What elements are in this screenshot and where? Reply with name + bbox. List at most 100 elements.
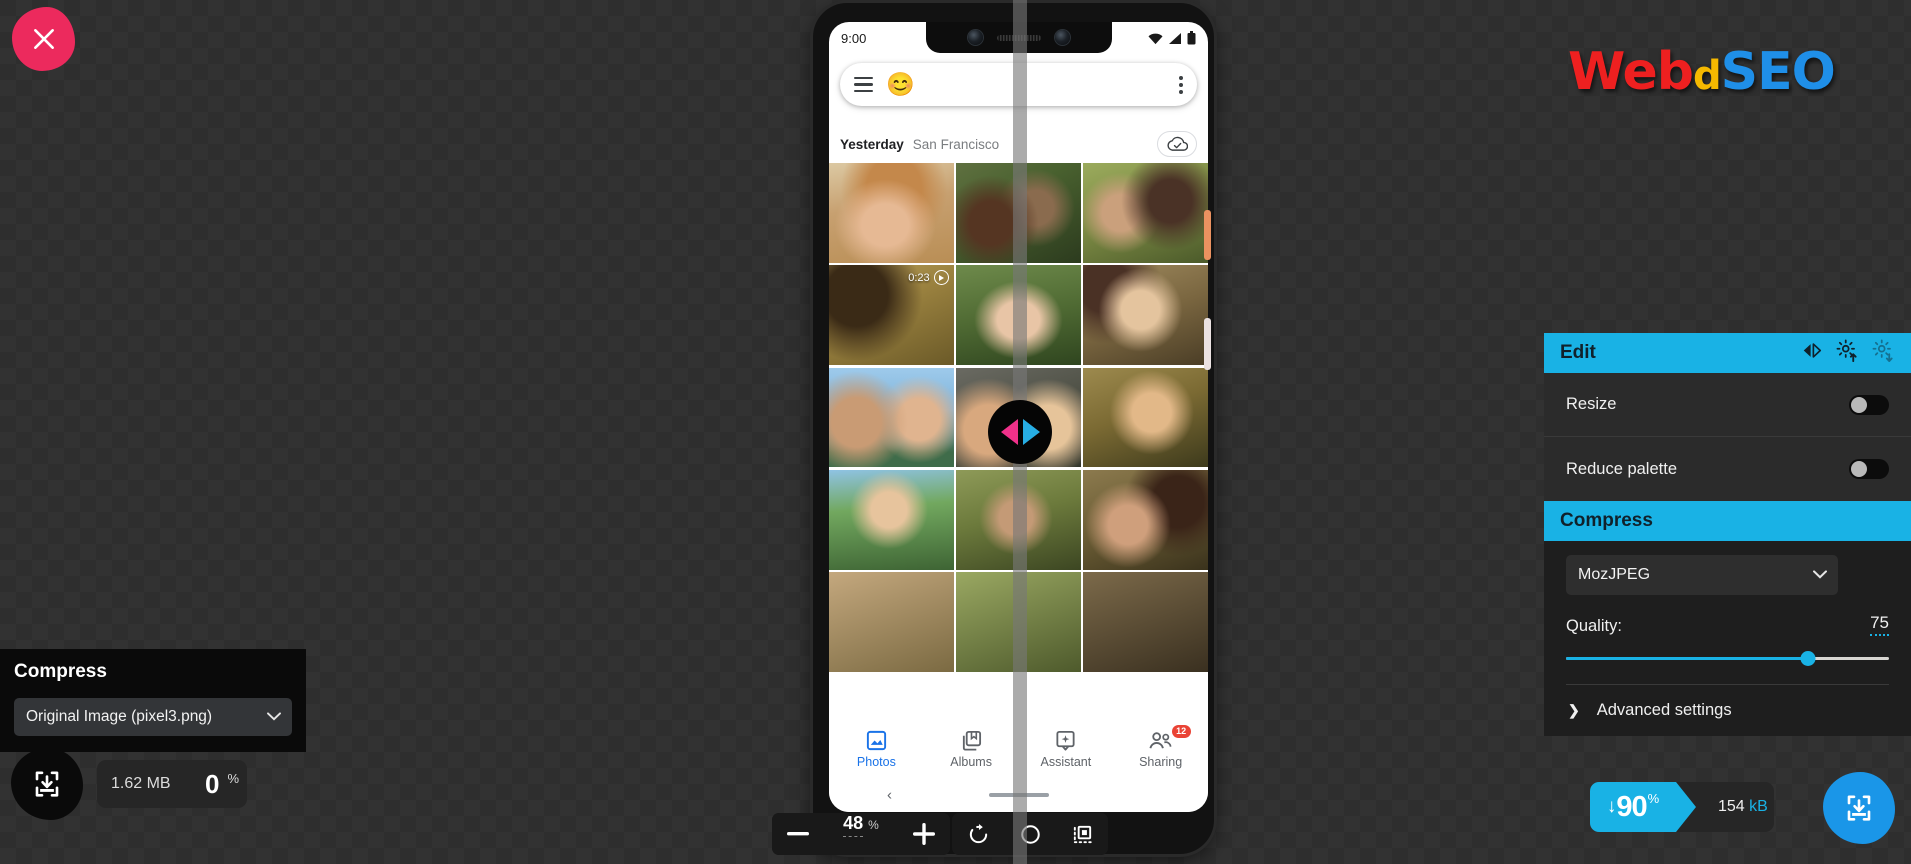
arrow-left-icon — [1000, 419, 1018, 445]
options-panel: Edit Resize Reduce palette Compress MozJ… — [1544, 333, 1911, 736]
reduction-percent: 90 — [1616, 790, 1647, 823]
photo-cell-video[interactable]: 0:23 — [829, 265, 954, 366]
speaker-grill — [996, 34, 1041, 41]
reduction-badge: ↓ 90 % — [1590, 782, 1696, 832]
zoom-unit: % — [868, 818, 879, 832]
photo-cell[interactable] — [1083, 163, 1208, 263]
resize-toggle[interactable] — [1849, 394, 1889, 415]
codec-select-value: MozJPEG — [1578, 566, 1651, 583]
compare-slider-handle[interactable] — [988, 400, 1052, 464]
photo-cell[interactable] — [956, 469, 1081, 570]
download-icon — [1847, 795, 1871, 821]
edit-section-header: Edit — [1544, 333, 1911, 373]
chevron-right-icon: ❯ — [1568, 702, 1580, 718]
photo-cell[interactable] — [829, 469, 954, 570]
avatar[interactable]: 😊 — [886, 73, 915, 96]
phone-notch — [925, 22, 1112, 53]
nav-item-sharing[interactable]: 12 Sharing — [1118, 724, 1204, 769]
rotate-icon — [969, 823, 987, 843]
view-group — [952, 813, 1108, 855]
kebab-icon[interactable] — [1179, 75, 1183, 94]
nav-item-assistant[interactable]: Assistant — [1023, 729, 1109, 769]
hamburger-icon[interactable] — [854, 76, 873, 93]
rotate-button[interactable] — [952, 813, 1004, 855]
original-image-select-value: Original Image (pixel3.png) — [26, 708, 213, 725]
logo-text-seo: SEO — [1720, 42, 1836, 102]
photo-icon — [866, 730, 886, 750]
edit-options-body: Resize Reduce palette — [1544, 373, 1911, 501]
zoom-toolbar[interactable]: 48 % — [772, 813, 1108, 855]
gesture-pill[interactable] — [988, 792, 1049, 798]
original-download-button[interactable] — [11, 748, 83, 820]
reduction-percent-unit: % — [1647, 791, 1660, 806]
quality-slider[interactable] — [1566, 650, 1889, 666]
back-chevron-icon[interactable]: ‹ — [887, 787, 892, 804]
photo-cell[interactable] — [956, 163, 1081, 263]
play-icon — [933, 270, 949, 286]
photo-cell[interactable] — [956, 265, 1081, 366]
advanced-settings-label: Advanced settings — [1596, 701, 1732, 719]
close-button[interactable] — [12, 7, 75, 71]
gear-download-icon[interactable] — [1872, 339, 1895, 368]
zoom-level-value[interactable]: 48 % — [824, 813, 898, 855]
photos-search-bar[interactable]: 😊 — [840, 63, 1197, 106]
photo-cell[interactable] — [956, 572, 1081, 672]
date-day-label: Yesterday — [840, 136, 904, 152]
nav-item-albums[interactable]: Albums — [928, 729, 1014, 769]
zoom-group: 48 % — [772, 813, 950, 855]
signal-icon — [1169, 32, 1181, 44]
option-row-reduce-palette[interactable]: Reduce palette — [1544, 437, 1911, 501]
nav-label: Photos — [856, 754, 896, 769]
zoom-number: 48 — [843, 813, 864, 837]
original-file-size: 1.62 MB — [111, 775, 171, 792]
camera-icon — [967, 30, 983, 45]
photo-cell[interactable] — [1083, 469, 1208, 570]
close-icon — [33, 29, 54, 49]
result-size-unit: kB — [1749, 798, 1768, 815]
photo-cell[interactable] — [829, 367, 954, 468]
cloud-done-icon[interactable] — [1157, 131, 1197, 157]
photo-cell[interactable] — [1083, 367, 1208, 468]
quality-value[interactable]: 75 — [1870, 613, 1889, 636]
arrow-right-icon — [1022, 419, 1040, 445]
slider-knob[interactable] — [1800, 651, 1816, 666]
original-image-select[interactable]: Original Image (pixel3.png) — [14, 698, 292, 736]
photo-cell[interactable] — [1083, 572, 1208, 672]
slider-fill — [1566, 657, 1809, 660]
date-header-row: Yesterday San Francisco — [829, 125, 1208, 163]
chevron-down-icon — [267, 708, 281, 726]
reduce-palette-toggle[interactable] — [1849, 459, 1889, 479]
edge-highlight-orange — [1204, 210, 1211, 260]
gear-upload-icon[interactable] — [1836, 339, 1859, 368]
photo-cell[interactable] — [829, 572, 954, 672]
original-image-panel: Compress Original Image (pixel3.png) — [0, 649, 306, 752]
video-duration-badge: 0:23 — [908, 270, 949, 286]
result-file-size: 154 kB — [1718, 798, 1768, 816]
download-result-button[interactable] — [1823, 772, 1895, 844]
toggle-background-button[interactable] — [1004, 813, 1056, 855]
result-size-chip: ↓ 90 % 154 kB — [1590, 782, 1774, 832]
photos-bottom-nav[interactable]: Photos Albums Assistant 12 Sharing — [829, 715, 1208, 778]
nav-item-photos[interactable]: Photos — [833, 729, 919, 769]
photo-cell[interactable] — [1083, 265, 1208, 366]
resize-label: Resize — [1566, 395, 1617, 413]
photo-cell[interactable] — [829, 163, 954, 263]
zoom-in-button[interactable] — [898, 813, 950, 855]
wifi-icon — [1148, 33, 1163, 44]
advanced-settings-row[interactable]: ❯ Advanced settings — [1566, 684, 1889, 736]
albums-icon — [962, 730, 981, 751]
original-panel-title: Compress — [0, 649, 306, 695]
circle-icon — [1020, 824, 1040, 844]
zoom-out-button[interactable] — [772, 813, 824, 855]
assistant-icon — [1056, 730, 1075, 751]
minus-icon — [787, 832, 809, 836]
codec-select[interactable]: MozJPEG — [1566, 555, 1838, 595]
swap-arrows-icon[interactable] — [1801, 342, 1823, 365]
option-row-resize[interactable]: Resize — [1544, 373, 1911, 437]
fit-to-frame-button[interactable] — [1056, 813, 1108, 855]
gesture-bar-area: ‹ — [829, 778, 1208, 812]
nav-label: Albums — [950, 754, 992, 769]
down-arrow-icon: ↓ — [1606, 796, 1617, 817]
status-time: 9:00 — [841, 30, 867, 46]
nav-label: Sharing — [1139, 754, 1183, 769]
